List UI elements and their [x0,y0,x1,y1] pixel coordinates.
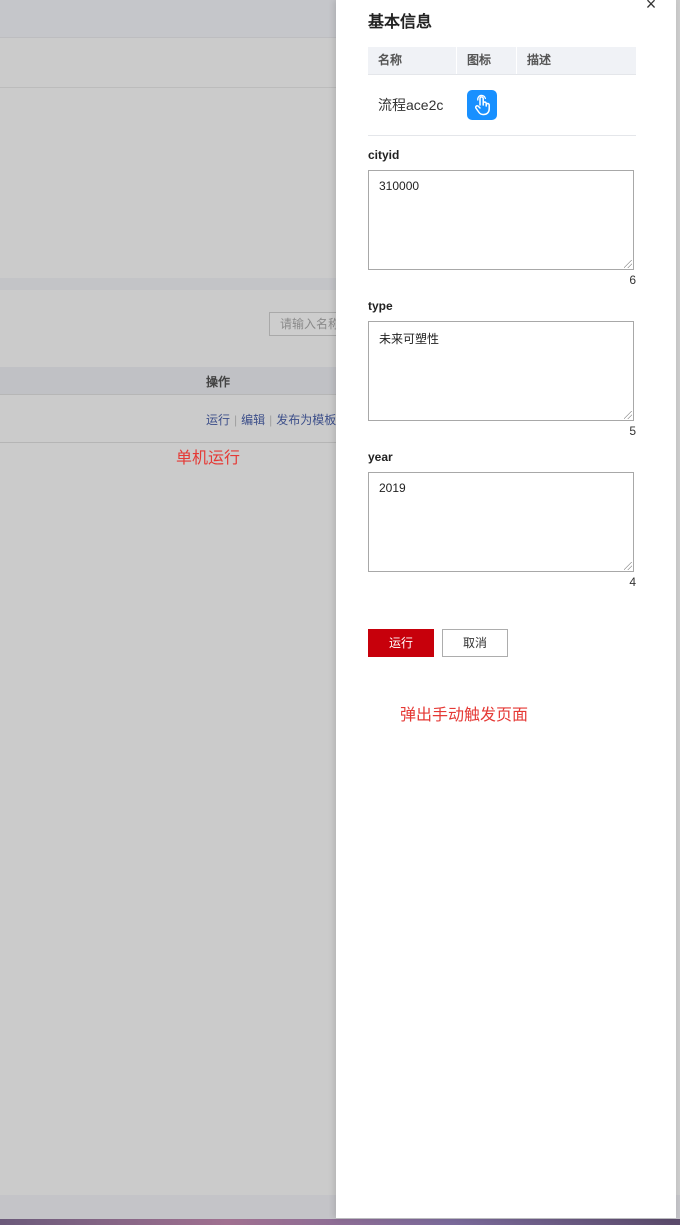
field-label: cityid [368,148,400,162]
resize-handle-icon[interactable] [624,260,632,268]
edit-link[interactable]: 编辑 [241,413,265,427]
char-counter: 5 [629,424,636,438]
flow-name: 流程ace2c [378,97,444,113]
year-textarea[interactable]: 2019 [368,472,634,572]
cityid-textarea[interactable]: 310000 [368,170,634,270]
annotation-manual-trigger: 弹出手动触发页面 [400,707,529,724]
table-header: 操作 [0,367,336,395]
top-bar [0,0,336,38]
field-value: 未来可塑性 [379,332,440,346]
flow-icon-cell [457,90,517,120]
publish-template-link[interactable]: 发布为模板 [276,413,336,427]
field-label: type [368,299,393,313]
resize-handle-icon[interactable] [624,562,632,570]
manual-trigger-drawer: × 基本信息 名称 图标 描述 流程ace2c cityid 310000 6 … [336,0,676,1218]
type-textarea[interactable]: 未来可塑性 [368,321,634,421]
taskbar [0,1219,680,1225]
run-link[interactable]: 运行 [206,413,230,427]
divider: | [269,413,273,427]
close-icon[interactable]: × [643,0,659,13]
table-row: 运行 | 编辑 | 发布为模板 [0,395,336,443]
annotation-standalone-run: 单机运行 [176,450,241,467]
field-label: year [368,450,393,464]
info-table-row: 流程ace2c [368,75,636,136]
pointer-hand-icon [467,90,497,120]
field-cityid: cityid 310000 6 [368,148,636,287]
column-header-action: 操作 [206,375,231,389]
field-year: year 2019 4 [368,450,636,589]
field-value: 2019 [379,481,406,495]
info-panel [0,88,336,290]
char-counter: 4 [629,575,636,589]
header-name: 名称 [368,47,457,74]
resize-handle-icon[interactable] [624,411,632,419]
header-description: 描述 [527,53,552,67]
info-table-header: 名称 图标 描述 [368,47,636,75]
toolbar-row [0,38,336,88]
cancel-button[interactable]: 取消 [442,629,508,657]
row-actions: 运行 | 编辑 | 发布为模板 [206,411,336,428]
divider: | [234,413,238,427]
run-button[interactable]: 运行 [368,629,434,657]
basic-info-table: 名称 图标 描述 流程ace2c [368,47,636,136]
field-type: type 未来可塑性 5 [368,299,636,438]
char-counter: 6 [629,273,636,287]
field-value: 310000 [379,179,420,193]
header-icon: 图标 [457,47,517,74]
section-title: 基本信息 [368,14,433,31]
